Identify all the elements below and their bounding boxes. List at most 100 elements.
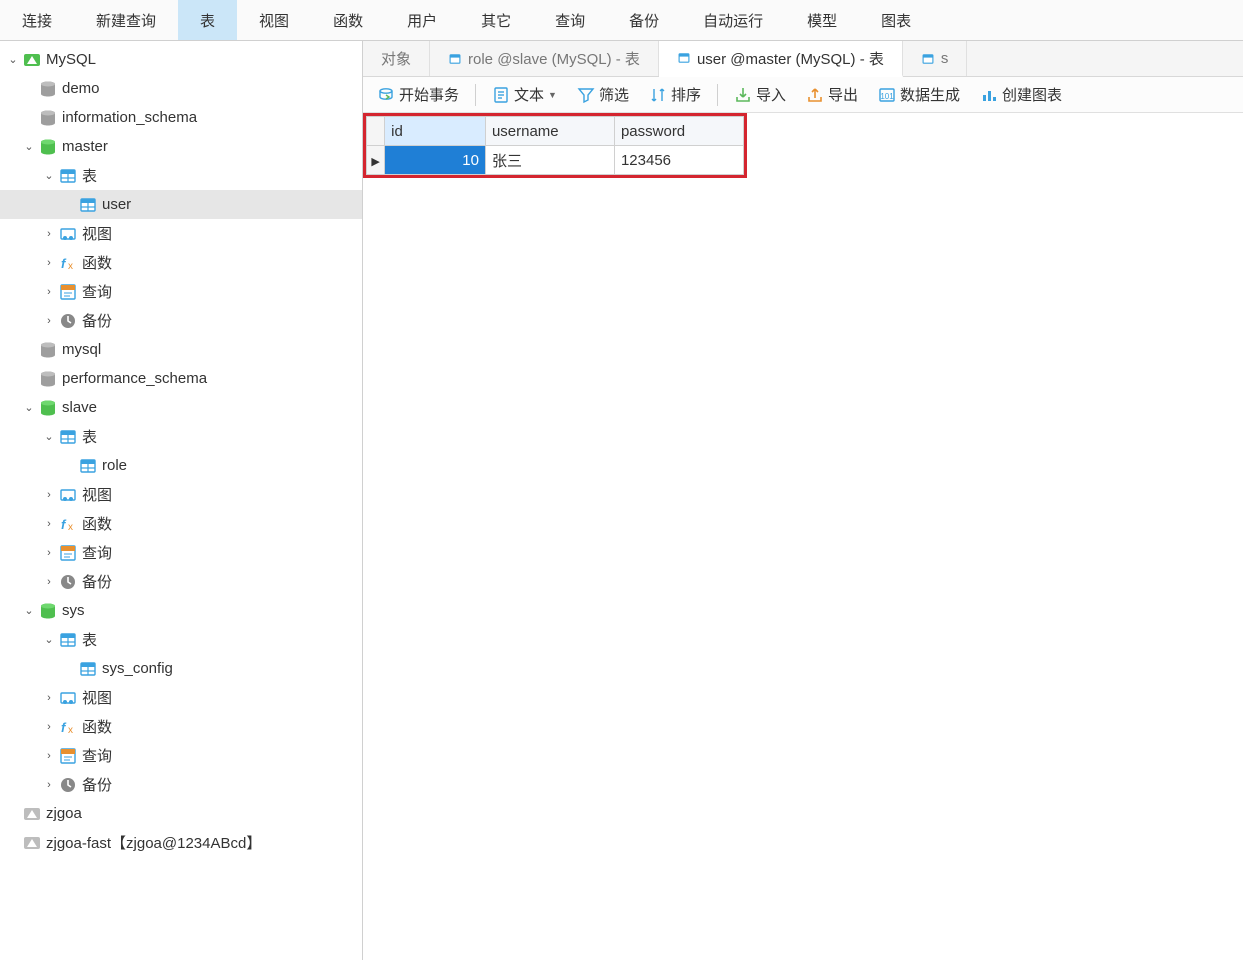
db-mysql[interactable]: ·mysql [0,335,362,364]
tab-extra[interactable]: s [903,41,968,76]
group-queries-master[interactable]: ›查询 [0,277,362,306]
group-queries-slave[interactable]: ›查询 [0,538,362,567]
chevron-right-icon[interactable]: › [42,489,56,501]
toolbar-chart[interactable]: 图表 [859,0,933,40]
begin-transaction-button[interactable]: 开始事务 [369,81,467,108]
connection-zjgoa[interactable]: ·zjgoa [0,799,362,828]
connection-zjgoa-fast[interactable]: ·zjgoa-fast【zjgoa@1234ABcd】 [0,828,362,857]
toolbar-view[interactable]: 视图 [237,0,311,40]
text-view-button[interactable]: 文本 ▼ [484,81,565,108]
column-header-password[interactable]: password [614,117,743,146]
db-master[interactable]: ⌄master [0,132,362,161]
table-user[interactable]: ·user [0,190,362,219]
row-pointer: ▶ [367,146,385,175]
db-slave[interactable]: ⌄slave [0,393,362,422]
table-sys-config[interactable]: ·sys_config [0,654,362,683]
sort-button[interactable]: 排序 [641,81,709,108]
group-tables-master[interactable]: ⌄表 [0,161,362,190]
group-views-slave[interactable]: ›视图 [0,480,362,509]
chevron-right-icon[interactable]: › [42,228,56,240]
chevron-right-icon[interactable]: › [42,315,56,327]
table-row[interactable]: ▶ 10 张三 123456 [367,146,744,175]
tree-item-label: zjgoa [46,805,356,822]
db-information-schema[interactable]: ·information_schema [0,103,362,132]
db-demo[interactable]: ·demo [0,74,362,103]
group-views-master[interactable]: ›视图 [0,219,362,248]
import-button[interactable]: 导入 [726,81,794,108]
chevron-down-icon[interactable]: ⌄ [22,604,36,617]
data-grid[interactable]: id username password ▶ 10 张三 123456 [366,116,744,175]
data-gen-icon: 101 [878,86,896,104]
chart-icon [980,86,998,104]
transaction-icon [377,86,395,104]
chevron-down-icon[interactable]: ⌄ [22,140,36,153]
toolbar-model[interactable]: 模型 [785,0,859,40]
group-functions-sys[interactable]: ›fx函数 [0,712,362,741]
chevron-right-icon[interactable]: › [42,257,56,269]
group-backup-master[interactable]: ›备份 [0,306,362,335]
chevron-right-icon[interactable]: › [42,547,56,559]
chevron-right-icon[interactable]: › [42,518,56,530]
group-backup-sys[interactable]: › 备份 [0,770,362,799]
db-grey-icon [38,108,58,128]
create-chart-button[interactable]: 创建图表 [972,81,1070,108]
chevron-right-icon[interactable]: › [42,692,56,704]
chevron-right-icon[interactable]: › [42,779,56,791]
tab-role-slave[interactable]: role @slave (MySQL) - 表 [430,41,659,76]
cell-password[interactable]: 123456 [614,146,743,175]
column-header-username[interactable]: username [485,117,614,146]
group-functions-slave[interactable]: ›fx函数 [0,509,362,538]
table-role[interactable]: ·role [0,451,362,480]
svg-text:f: f [61,256,67,271]
db-sys[interactable]: ⌄ sys [0,596,362,625]
table-group-icon [58,630,78,650]
import-icon [734,86,752,104]
generate-data-button[interactable]: 101 数据生成 [870,81,968,108]
db-performance-schema[interactable]: ·performance_schema [0,364,362,393]
main-toolbar: 连接新建查询表视图函数用户其它查询备份自动运行模型图表 [0,0,1243,41]
toolbar-function[interactable]: 函数 [311,0,385,40]
conn-grey-icon [22,833,42,853]
tree-item-label: role [102,457,356,474]
cell-id[interactable]: 10 [385,146,486,175]
chevron-down-icon[interactable]: ⌄ [42,633,56,646]
toolbar-table[interactable]: 表 [178,0,237,40]
filter-button[interactable]: 筛选 [569,81,637,108]
tab-user-master[interactable]: user @master (MySQL) - 表 [659,41,903,77]
group-functions-master[interactable]: ›fx函数 [0,248,362,277]
toolbar-other[interactable]: 其它 [459,0,533,40]
chevron-down-icon[interactable]: ⌄ [6,53,20,66]
export-button[interactable]: 导出 [798,81,866,108]
group-backup-slave[interactable]: ›备份 [0,567,362,596]
db-green-icon [38,601,58,621]
toolbar-backup[interactable]: 备份 [607,0,681,40]
group-queries-sys[interactable]: ›查询 [0,741,362,770]
query-icon [58,543,78,563]
chevron-down-icon[interactable]: ⌄ [42,430,56,443]
chevron-down-icon[interactable]: ⌄ [22,401,36,414]
chevron-right-icon[interactable]: › [42,750,56,762]
group-tables-sys[interactable]: ⌄表 [0,625,362,654]
chevron-down-icon[interactable]: ⌄ [42,169,56,182]
toolbar-query[interactable]: 查询 [533,0,607,40]
chevron-right-icon[interactable]: › [42,286,56,298]
tree-item-label: performance_schema [62,370,356,387]
column-header-id[interactable]: id [385,117,486,146]
toolbar-auto-run[interactable]: 自动运行 [681,0,785,40]
table-icon [921,52,935,66]
backup-icon [58,775,78,795]
tree-item-label: sys [62,602,356,619]
chevron-right-icon[interactable]: › [42,576,56,588]
toolbar-connect[interactable]: 连接 [0,0,74,40]
tab-objects[interactable]: 对象 [363,41,430,76]
tree-item-label: 备份 [82,774,356,795]
cell-username[interactable]: 张三 [485,146,614,175]
begin-transaction-label: 开始事务 [399,84,459,105]
group-tables-slave[interactable]: ⌄表 [0,422,362,451]
separator [717,84,718,106]
chevron-right-icon[interactable]: › [42,721,56,733]
toolbar-user[interactable]: 用户 [385,0,459,40]
connection-mysql[interactable]: ⌄MySQL [0,45,362,74]
group-views-sys[interactable]: ›视图 [0,683,362,712]
toolbar-new-query[interactable]: 新建查询 [74,0,178,40]
